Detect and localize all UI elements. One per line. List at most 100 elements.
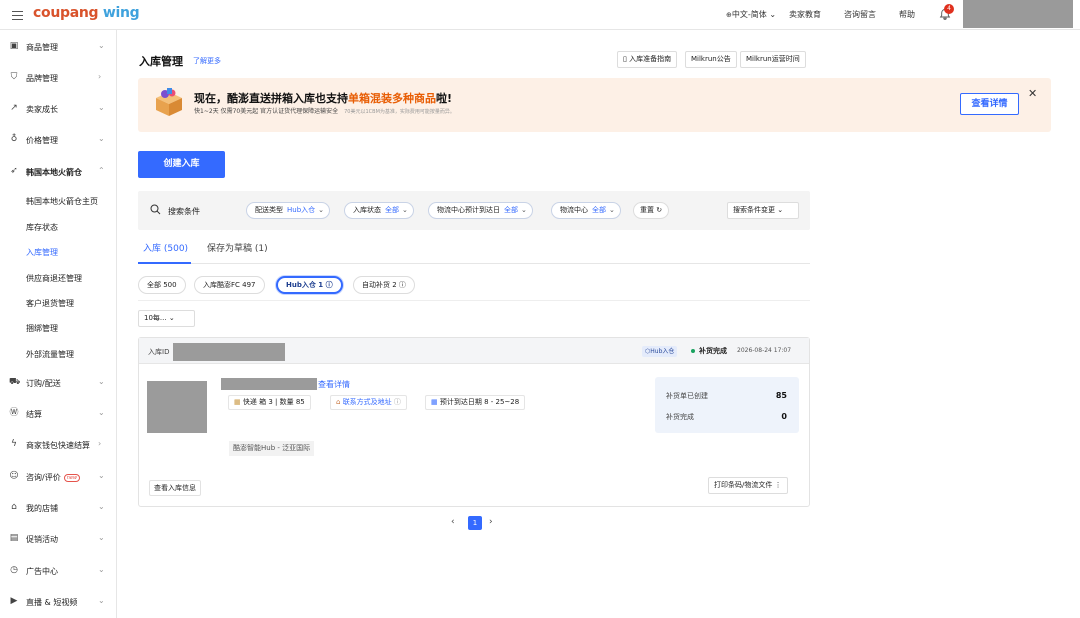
pill-all[interactable]: 全部 500 [138, 276, 186, 294]
filter-logistics-center[interactable]: 物流中心 全部 ⌄ [551, 202, 621, 219]
view-inbound-info-button[interactable]: 查看入库信息 [149, 480, 201, 496]
product-thumbnail [147, 381, 207, 433]
sidebar-item-consult[interactable]: ☺ 咨询/评价 new ⌄ [0, 467, 117, 487]
milkrun-hours-button[interactable]: Milkrun运营时间 [740, 51, 806, 68]
chevron-down-icon: ⌄ [168, 314, 175, 322]
milkrun-notice-button[interactable]: Milkrun公告 [685, 51, 737, 68]
top-header: coupang wing ⊕中文-简体 ⌄ 卖家教育 咨询留言 帮助 4 [0, 0, 1080, 30]
sidebar-item-rocket[interactable]: ➶ 韩国本地火箭仓 ⌃ [0, 162, 117, 182]
nav-seller-education[interactable]: 卖家教育 [789, 9, 821, 20]
page-title: 入库管理 [139, 55, 183, 68]
pill-auto-replenish[interactable]: 自动补货 2 ⓘ [353, 276, 415, 294]
tab-inbound[interactable]: 入库 (500) [143, 241, 188, 254]
search-icon [150, 204, 161, 215]
sidebar-sub-inventory[interactable]: 库存状态 [26, 222, 58, 233]
price-tag-icon: ♁ [10, 134, 18, 144]
store-icon: ⌂ [11, 502, 17, 512]
close-icon[interactable]: ✕ [1028, 87, 1037, 100]
inbound-id-redacted [173, 343, 285, 361]
store-icon: ⌂ [336, 398, 341, 406]
product-name-redacted [221, 378, 317, 390]
inbound-guide-button[interactable]: ▯ 入库准备指南 [617, 51, 678, 68]
coupang-wing-logo[interactable]: coupang wing [33, 5, 140, 21]
pagination-next[interactable]: › [489, 517, 493, 527]
chat-icon: ☺ [9, 471, 19, 481]
shield-icon: ⛉ [10, 72, 18, 82]
chevron-down-icon: ⌄ [769, 10, 777, 19]
banner-detail-button[interactable]: 查看详情 [960, 93, 1019, 115]
nav-help[interactable]: 帮助 [899, 9, 915, 20]
user-account-area[interactable] [963, 0, 1073, 28]
rocket-icon: ➶ [10, 166, 18, 176]
pagination-current[interactable]: 1 [468, 516, 482, 530]
status-label: 补货完成 [699, 347, 727, 355]
sidebar-item-store[interactable]: ⌂ 我的店铺 ⌄ [0, 498, 117, 518]
summary-created-value: 85 [775, 391, 787, 400]
sidebar-item-price[interactable]: ♁ 价格管理 ⌄ [0, 130, 117, 150]
nav-consult[interactable]: 咨询留言 [844, 9, 876, 20]
sidebar-item-live[interactable]: ▶ 直播 & 短视频 ⌄ [0, 592, 117, 612]
sidebar-sub-external-traffic[interactable]: 外部流量管理 [26, 349, 74, 360]
promo-banner: 现在，酷澎直送拼箱入库也支持单箱混装多种商品啦! 快1~2天 仅需70美元起 官… [138, 78, 1051, 132]
chevron-down-icon: ⌄ [98, 377, 105, 386]
sidebar-item-products[interactable]: ▣ 商品管理 ⌄ [0, 37, 117, 57]
contact-address-chip[interactable]: ⌂ 联系方式及地址 ⓘ [330, 395, 407, 410]
calendar-icon: ▦ [431, 398, 438, 406]
coin-icon: Ⓦ [9, 408, 19, 418]
filter-eta-date[interactable]: 物流中心预计到达日 全部 ⌄ [428, 202, 533, 219]
status-timestamp: 2026-08-24 17:07 [737, 347, 792, 354]
sidebar-sub-customer-return[interactable]: 客户退货管理 [26, 298, 74, 309]
chevron-down-icon: ⌄ [98, 134, 105, 143]
pill-hub[interactable]: Hub入仓 1 ⓘ [276, 276, 343, 294]
ad-icon: ◷ [10, 565, 18, 575]
replenish-summary: 补货单已创建 85 补货完成 0 [655, 377, 799, 433]
sidebar-item-settlement[interactable]: Ⓦ 结算 ⌄ [0, 404, 117, 424]
chevron-down-icon: ⌄ [777, 206, 784, 214]
sidebar: ▣ 商品管理 ⌄ ⛉ 品牌管理 › ↗ 卖家成长 ⌄ ♁ 价格管理 ⌄ ➶ 韩国本地火箭仓 ⌃ 韩国… [0, 30, 117, 618]
pill-coupang-fc[interactable]: 入库酷澎FC 497 [194, 276, 265, 294]
search-condition-change[interactable]: 搜索条件变更 ⌄ [727, 202, 799, 219]
hamburger-menu-icon[interactable] [12, 11, 23, 20]
sidebar-item-promo[interactable]: ▤ 促销活动 ⌄ [0, 529, 117, 549]
sidebar-sub-bundle[interactable]: 捆绑管理 [26, 323, 58, 334]
sidebar-item-growth[interactable]: ↗ 卖家成长 ⌄ [0, 99, 117, 119]
chevron-down-icon: ⌄ [402, 206, 408, 214]
hub-location-tag: 酷澎智能Hub - 泛亚国际 [229, 441, 315, 456]
book-icon: ▯ [623, 55, 627, 63]
card-header: 入库ID ⬡Hub入仓 补货完成 2026-08-24 17:07 [139, 338, 809, 364]
filter-inbound-status[interactable]: 入库状态 全部 ⌄ [344, 202, 414, 219]
sidebar-item-wallet[interactable]: ϟ 商家钱包快速结算 › [0, 435, 117, 455]
filter-delivery-type[interactable]: 配送类型 Hub入仓 ⌄ [246, 202, 331, 219]
sidebar-item-ads[interactable]: ◷ 广告中心 ⌄ [0, 561, 117, 581]
learn-more-link[interactable]: 了解更多 [193, 56, 221, 66]
hub-tag: ⬡Hub入仓 [642, 346, 678, 357]
chevron-right-icon: › [98, 439, 102, 448]
print-barcode-button[interactable]: 打印条码/物流文件 ⋮ [708, 477, 788, 494]
reset-button[interactable]: 重置 ↻ [633, 202, 670, 219]
inbound-tabs: 入库 (500) 保存为草稿 (1) [138, 236, 810, 264]
chevron-down-icon: ⌄ [98, 533, 105, 542]
pagination-prev[interactable]: ‹ [451, 517, 455, 527]
chevron-down-icon: ⌄ [98, 408, 105, 417]
truck-icon: ⛟ [9, 377, 21, 387]
language-selector[interactable]: ⊕中文-简体 ⌄ [726, 9, 776, 20]
trend-icon: ↗ [10, 103, 18, 113]
chevron-down-icon: ⌄ [318, 206, 325, 214]
chevron-down-icon: ⌄ [98, 565, 105, 574]
summary-completed-value: 0 [781, 412, 787, 421]
sidebar-item-orders[interactable]: ⛟ 订购/配送 ⌄ [0, 373, 117, 393]
gift-box-icon [156, 88, 182, 116]
sidebar-sub-rocket-home[interactable]: 韩国本地火箭仓主页 [26, 196, 98, 207]
new-badge: new [63, 474, 81, 482]
sidebar-sub-supplier-return[interactable]: 供应商退还管理 [26, 273, 82, 284]
chevron-down-icon: ⌄ [609, 206, 615, 214]
tab-drafts[interactable]: 保存为草稿 (1) [207, 241, 268, 254]
active-tab-underline [138, 262, 191, 264]
per-page-select[interactable]: 10每... ⌄ [138, 310, 195, 327]
sidebar-sub-inbound[interactable]: 入库管理 [26, 247, 58, 258]
sidebar-item-brand[interactable]: ⛉ 品牌管理 › [0, 68, 117, 88]
create-inbound-button[interactable]: 创建入库 [138, 151, 225, 178]
notification-badge: 4 [944, 4, 954, 14]
view-detail-link[interactable]: 查看详情 [318, 379, 350, 390]
box-icon: ▣ [9, 41, 19, 51]
